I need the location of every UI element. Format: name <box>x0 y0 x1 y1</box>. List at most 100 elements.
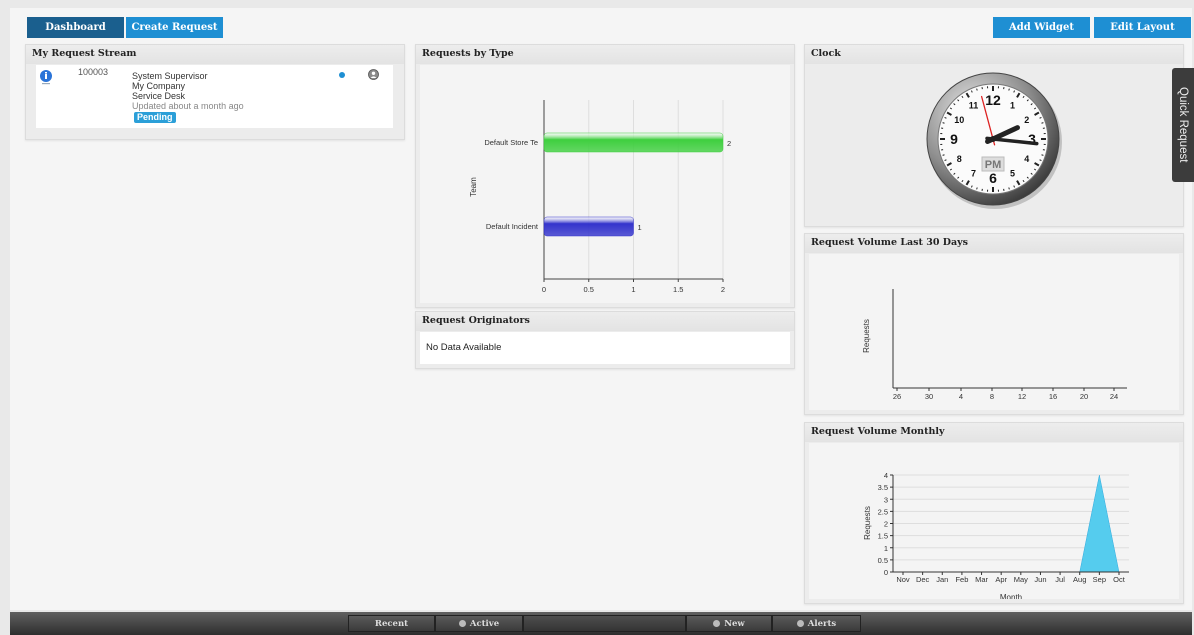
category-label: Default Incident <box>486 222 539 231</box>
x-tick-label: Apr <box>995 575 1007 584</box>
status-badge: Pending <box>134 112 176 123</box>
x-tick-label: 0 <box>542 285 546 294</box>
clock-tick <box>1041 122 1044 124</box>
clock-numeral: 9 <box>950 131 958 147</box>
x-tick-label: 2 <box>721 285 725 294</box>
requester-name: System Supervisor <box>132 71 208 81</box>
alerts-count-icon <box>796 620 804 627</box>
empty-state-text: No Data Available <box>426 342 502 353</box>
x-tick-label: 1 <box>631 285 635 294</box>
active-label: Active <box>469 618 500 629</box>
requests-by-type-chart: 0 0.5 1 1.5 2 Default Store Te 2 Default Incide… <box>469 100 731 311</box>
clock-numeral: 7 <box>971 168 976 178</box>
x-tick-label: Jul <box>1055 575 1065 584</box>
x-tick-label: Dec <box>916 575 930 584</box>
edit-layout-button[interactable]: Edit Layout <box>1094 17 1191 38</box>
x-tick-label: Mar <box>975 575 988 584</box>
recent-button[interactable]: Recent <box>348 615 435 632</box>
clock-panel: Clock 12 1 2 3 4 5 6 7 8 9 10 11 PM <box>804 44 1184 227</box>
y-tick-label: 1 <box>884 544 888 553</box>
clock-center <box>990 136 996 142</box>
bottom-bar-spacer <box>523 615 686 632</box>
bar <box>543 132 724 153</box>
y-tick-label: 2 <box>884 520 888 529</box>
clock-numeral: 12 <box>985 92 1001 108</box>
x-axis-label: Requests <box>617 302 651 303</box>
x-tick-label: Aug <box>1073 575 1086 584</box>
clock-tick <box>942 154 945 156</box>
company-name: My Company <box>132 81 186 91</box>
data-label: 2 <box>727 139 731 148</box>
clock-numeral: 6 <box>989 170 997 186</box>
active-button[interactable]: Active <box>435 615 523 632</box>
data-label: 1 <box>638 223 642 232</box>
originators-body: No Data Available <box>420 332 790 364</box>
x-tick-label: 12 <box>1018 392 1026 401</box>
x-tick-label: 30 <box>925 392 933 401</box>
x-tick-label: 24 <box>1110 392 1118 401</box>
y-tick-label: 4 <box>884 471 888 480</box>
dashboard-button[interactable]: Dashboard <box>27 17 124 38</box>
panel-title: My Request Stream <box>26 45 404 64</box>
x-tick-label: 16 <box>1049 392 1057 401</box>
add-widget-button[interactable]: Add Widget <box>993 17 1090 38</box>
y-tick-label: 0 <box>884 568 888 577</box>
new-button[interactable]: New <box>686 615 772 632</box>
active-count-icon <box>458 620 466 627</box>
recent-label: Recent <box>374 618 409 629</box>
clock-tick <box>1008 187 1010 190</box>
quick-request-tab[interactable]: Quick Request <box>1172 68 1194 182</box>
y-tick-label: 2.5 <box>878 507 888 516</box>
clock-tick <box>942 122 945 124</box>
bottom-bar: Recent Active New Alerts <box>10 612 1192 635</box>
team-name: Service Desk <box>132 91 186 101</box>
x-tick-label: Feb <box>955 575 968 584</box>
clock-numeral: 4 <box>1024 154 1029 164</box>
ampm-label: PM <box>985 159 1002 171</box>
x-tick-label: 8 <box>990 392 994 401</box>
create-request-button[interactable]: Create Request <box>126 17 223 38</box>
x-tick-label: May <box>1014 575 1028 584</box>
alerts-button[interactable]: Alerts <box>772 615 861 632</box>
request-originators-panel: Request Originators No Data Available <box>415 311 795 369</box>
dashboard-page: Dashboard Create Request Add Widget Edit… <box>10 8 1192 610</box>
x-tick-label: 0.5 <box>584 285 594 294</box>
panel-title: Request Volume Monthly <box>805 423 1183 442</box>
x-tick-label: Jun <box>1034 575 1046 584</box>
panel-title: Clock <box>805 45 1183 64</box>
chart-area: 0 0.5 1 1.5 2 Default Store Te 2 Default Incide… <box>420 65 790 311</box>
volume-monthly-chart: 0 0.5 1 1.5 2 2.5 3 3.5 4 Nov Dec Jan Feb Mar Apr May Ju… <box>863 471 1129 602</box>
request-stream-item[interactable]: 100003 System Supervisor My Company Serv… <box>36 65 393 128</box>
y-tick-label: 1.5 <box>878 532 888 541</box>
x-tick-label: 20 <box>1080 392 1088 401</box>
x-tick-label: 1.5 <box>673 285 683 294</box>
panel-title: Request Originators <box>416 312 794 331</box>
volume-monthly-panel: Request Volume Monthly 0 0.5 1 1.5 2 2.5 3 3.5 4… <box>804 422 1184 604</box>
y-axis-label: Requests <box>863 506 872 540</box>
clock-tick <box>976 88 978 91</box>
x-axis-label: Month <box>1000 593 1022 599</box>
y-axis-label: Team <box>469 177 478 197</box>
analog-clock: 12 1234567891011PM <box>926 72 1062 209</box>
x-tick-label: Sep <box>1093 575 1106 584</box>
new-label: New <box>724 618 745 629</box>
x-tick-label: Oct <box>1113 575 1126 584</box>
clock-tick <box>976 187 978 190</box>
panel-title: Requests by Type <box>416 45 794 64</box>
clock-numeral: 8 <box>957 154 962 164</box>
chart-area: 26304812162024DayRequests <box>809 254 1179 419</box>
x-tick-label: 4 <box>959 392 963 401</box>
assignee-icon[interactable] <box>368 69 379 80</box>
new-count-icon <box>713 620 721 627</box>
x-tick-label: Jan <box>936 575 948 584</box>
clock-numeral: 1 <box>1010 101 1015 111</box>
request-id[interactable]: 100003 <box>78 67 108 77</box>
y-tick-label: 0.5 <box>878 556 888 565</box>
alerts-label: Alerts <box>807 618 837 629</box>
updated-text: Updated about a month ago <box>132 101 244 111</box>
clock-tick <box>1041 154 1044 156</box>
clock-tick <box>1008 88 1010 91</box>
chart-area: 0 0.5 1 1.5 2 2.5 3 3.5 4 Nov Dec Jan Feb Mar Apr May Ju… <box>809 443 1179 602</box>
info-icon <box>40 70 52 85</box>
x-tick-label: 26 <box>893 392 901 401</box>
